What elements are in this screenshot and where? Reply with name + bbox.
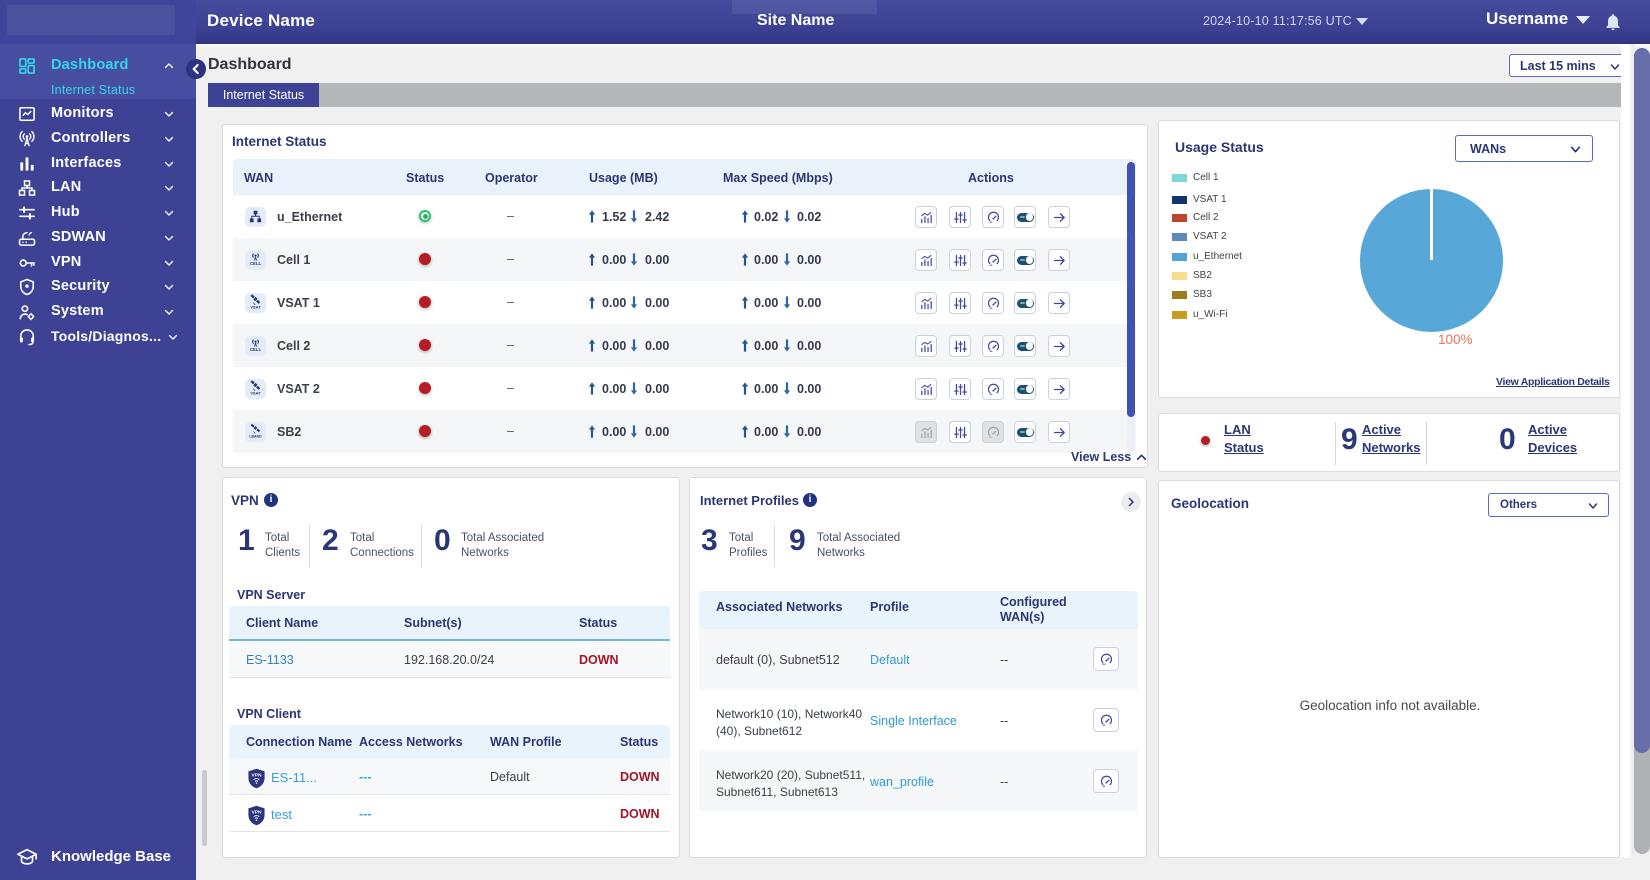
svg-text:VSAT: VSAT [250,390,261,395]
svg-text:CELL: CELL [250,347,262,352]
svg-text:VPN: VPN [252,772,262,778]
svg-text:VPN: VPN [252,809,262,815]
svg-text:CELL: CELL [250,261,262,266]
svg-text:LBAND: LBAND [249,434,262,438]
svg-text:VSAT: VSAT [250,304,261,309]
